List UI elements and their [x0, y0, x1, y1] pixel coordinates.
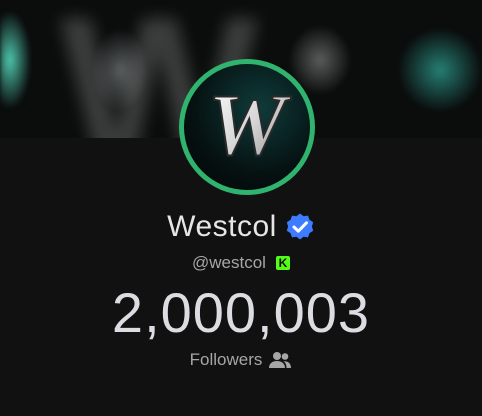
avatar-image: W	[184, 64, 310, 190]
display-name: Westcol	[167, 210, 277, 243]
followers-row: Followers	[0, 350, 482, 370]
handle-row: @westcol K	[0, 253, 482, 273]
kick-platform-icon: K	[275, 256, 290, 270]
users-icon	[269, 352, 292, 368]
followers-count: 2,000,003	[111, 281, 371, 344]
name-row: Westcol	[0, 210, 482, 244]
verified-check-icon	[286, 213, 314, 240]
avatar-letter: W	[208, 77, 292, 174]
avatar[interactable]: W	[179, 59, 315, 195]
followers-label: Followers	[189, 350, 263, 369]
avatar-logo: W	[207, 76, 293, 175]
handle: @westcol	[192, 253, 266, 272]
